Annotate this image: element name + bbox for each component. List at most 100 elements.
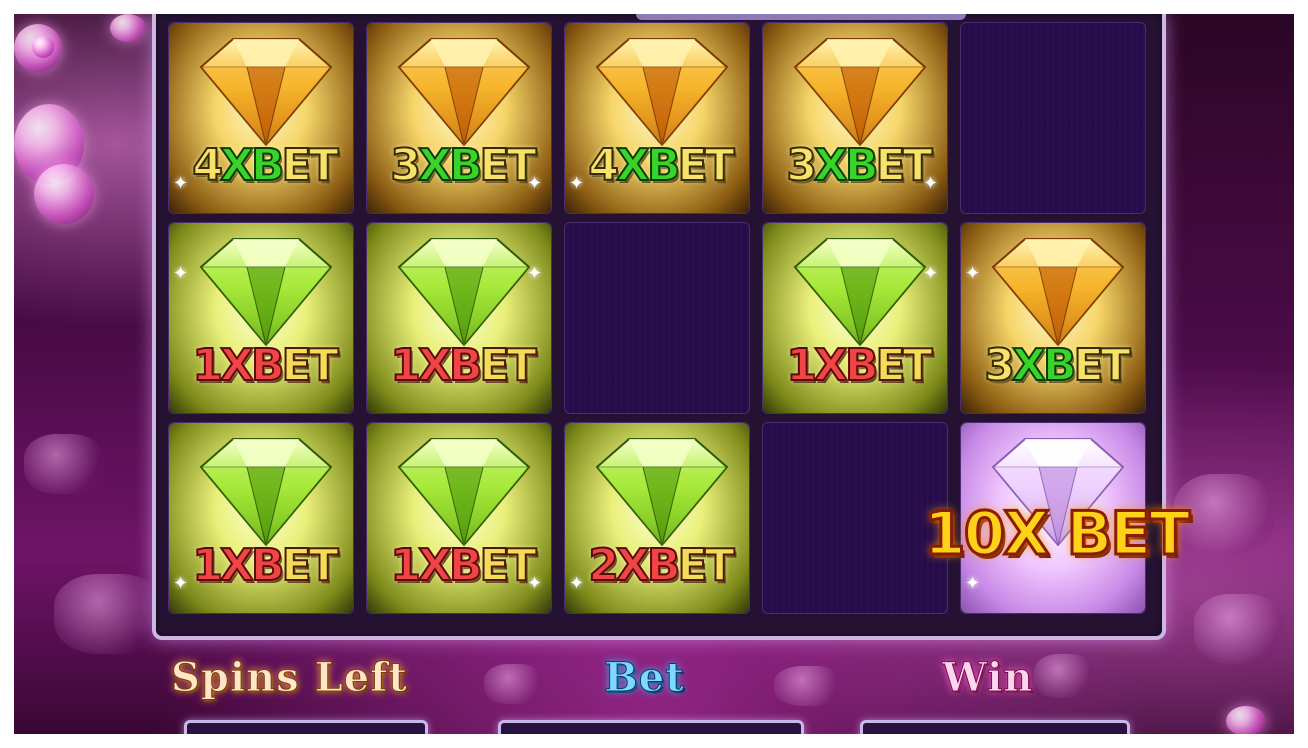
multiplier-label-part: X (219, 340, 255, 392)
background-diamond-icon (110, 14, 146, 42)
multiplier-label-part: ET (281, 340, 340, 392)
bet-value-box[interactable] (498, 720, 804, 734)
multiplier-label: 3XBET (961, 340, 1151, 392)
gold-diamond-icon (793, 38, 927, 147)
multiplier-label-part: 1 (191, 540, 224, 592)
background-diamond-icon (54, 574, 164, 654)
multiplier-label-part: B (448, 540, 483, 592)
multiplier-label-part: X (813, 340, 849, 392)
gold-diamond-icon (397, 38, 531, 147)
multiplier-label-part: X (813, 140, 849, 192)
multiplier-label-part: ET (677, 540, 736, 592)
win-label: Win (942, 654, 1034, 702)
sparkle-icon: ✦ (173, 263, 189, 284)
multiplier-label-part: ET (281, 140, 340, 192)
multiplier-label-part: B (1042, 340, 1077, 392)
reel-cell-r2-c1: 1XBET ✦ (168, 222, 354, 414)
game-stage: 4XBET ✦ 3XBET ✦ 4XBET ✦ 3XBET ✦ 1XBET ✦ 1XBET ✦ 1XBE… (14, 14, 1294, 734)
multiplier-label-part: 3 (983, 340, 1016, 392)
gold-diamond-icon (199, 38, 333, 147)
reel-cell-r1-c2: 3XBET ✦ (366, 22, 552, 214)
green-diamond-icon (595, 438, 729, 547)
bet-label: Bet (604, 654, 685, 702)
multiplier-label-part: X (417, 340, 453, 392)
sparkle-icon: ✦ (527, 173, 543, 194)
reel-cell-r3-c5: 10X BET ✦ (922, 422, 1192, 614)
sparkle-icon: ✦ (569, 573, 585, 594)
sparkle-icon: ✦ (923, 263, 939, 284)
background-diamond-icon (34, 164, 94, 224)
multiplier-label-part: X (615, 540, 651, 592)
multiplier-label-part: ET (281, 540, 340, 592)
sparkle-icon: ✦ (965, 573, 981, 594)
reel-cell-r1-c5 (960, 22, 1146, 214)
multiplier-label-part: ET (1073, 340, 1132, 392)
multiplier-label-part: X (615, 140, 651, 192)
multiplier-label-part: ET (479, 540, 538, 592)
reel-cell-r3-c1: 1XBET ✦ (168, 422, 354, 614)
multiplier-label-part: B (844, 340, 879, 392)
multiplier-label: 10X BET (922, 499, 1191, 569)
multiplier-label-part: 2 (587, 540, 620, 592)
multiplier-label-part: 1 (785, 340, 818, 392)
multiplier-label: 1XBET (169, 340, 359, 392)
multiplier-label-part: X (219, 140, 255, 192)
green-diamond-icon (397, 438, 531, 547)
multiplier-label-part: ET (875, 340, 934, 392)
multiplier-label: 1XBET (763, 340, 953, 392)
sparkle-icon: ✦ (923, 173, 939, 194)
top-tab (636, 14, 966, 20)
reel-cell-r2-c3 (564, 222, 750, 414)
multiplier-label: 2XBET (565, 540, 755, 592)
multiplier-label: 1XBET (367, 340, 557, 392)
multiplier-label-part: B (250, 540, 285, 592)
multiplier-label-part: B (250, 340, 285, 392)
multiplier-label-part: B (646, 540, 681, 592)
multiplier-label-part: X (417, 540, 453, 592)
multiplier-label-part: B (448, 340, 483, 392)
multiplier-label-part: B (448, 140, 483, 192)
green-diamond-icon (199, 238, 333, 347)
multiplier-label-part: ET (875, 140, 934, 192)
green-diamond-icon (397, 238, 531, 347)
background-diamond-icon (24, 434, 104, 494)
multiplier-label-part: 1 (191, 340, 224, 392)
multiplier-label-part: ET (479, 340, 538, 392)
multiplier-label-part: X (417, 140, 453, 192)
multiplier-label-part: B (250, 140, 285, 192)
spins-left-label: Spins Left (171, 654, 408, 702)
green-diamond-icon (199, 438, 333, 547)
multiplier-label-part: 3 (785, 140, 818, 192)
sparkle-icon: ✦ (569, 173, 585, 194)
sparkle-icon: ✦ (527, 573, 543, 594)
reel-cell-r1-c1: 4XBET ✦ (168, 22, 354, 214)
sparkle-icon: ✦ (173, 173, 189, 194)
multiplier-label: 1XBET (169, 540, 359, 592)
reel-cell-r3-c2: 1XBET ✦ (366, 422, 552, 614)
multiplier-label-part: 3 (389, 140, 422, 192)
multiplier-label: 4XBET (565, 140, 755, 192)
spins-left-value-box (184, 720, 428, 734)
gold-diamond-icon (595, 38, 729, 147)
win-value-box (860, 720, 1130, 734)
reel-cell-r1-c4: 3XBET ✦ (762, 22, 948, 214)
multiplier-label-part: 1 (389, 340, 422, 392)
multiplier-label-part: B (646, 140, 681, 192)
gold-diamond-icon (991, 238, 1125, 347)
reel-cell-r2-c2: 1XBET ✦ (366, 222, 552, 414)
multiplier-label-part: 4 (587, 140, 620, 192)
sparkle-icon: ✦ (965, 263, 981, 284)
multiplier-label-part: ET (677, 140, 736, 192)
reel-cell-r2-c5: 3XBET ✦ (960, 222, 1146, 414)
multiplier-label-part: X (1011, 340, 1047, 392)
reel-cell-r1-c3: 4XBET ✦ (564, 22, 750, 214)
multiplier-label-part: B (844, 140, 879, 192)
sparkle-icon: ✦ (527, 263, 543, 284)
multiplier-label-part: ET (479, 140, 538, 192)
multiplier-label-part: X (219, 540, 255, 592)
sparkle-icon: ✦ (173, 573, 189, 594)
multiplier-label: 4XBET (169, 140, 359, 192)
reel-frame: 4XBET ✦ 3XBET ✦ 4XBET ✦ 3XBET ✦ 1XBET ✦ 1XBET ✦ 1XBE… (152, 14, 1192, 640)
multiplier-label-part: 4 (191, 140, 224, 192)
multiplier-label-part: 1 (389, 540, 422, 592)
